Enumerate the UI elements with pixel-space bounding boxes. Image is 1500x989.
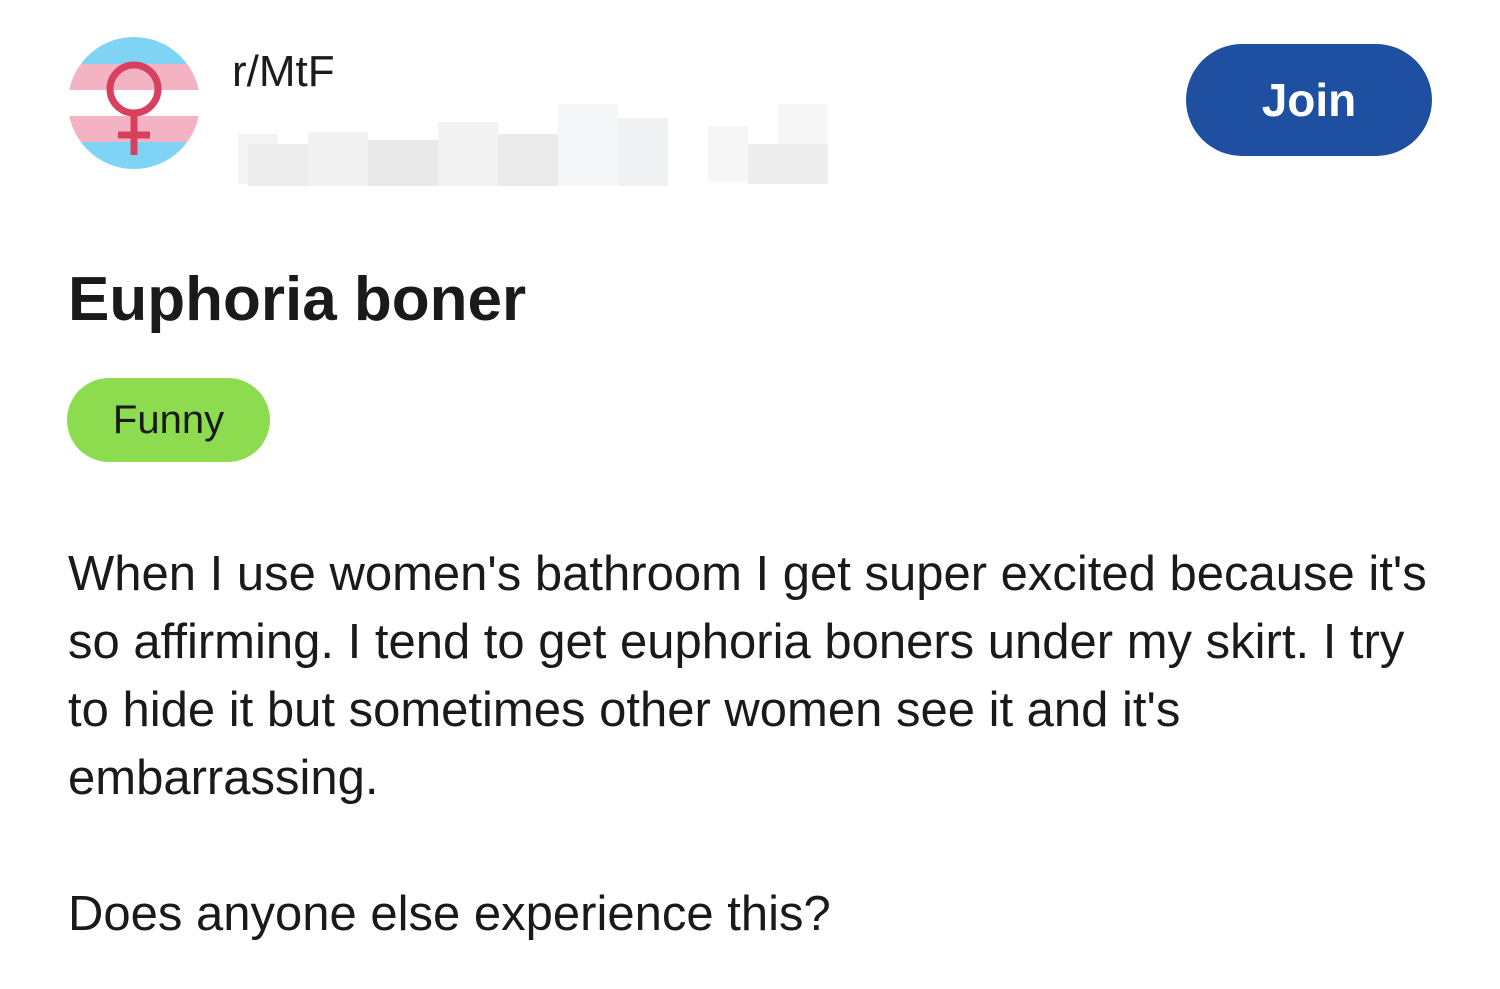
community-avatar[interactable] bbox=[68, 37, 200, 169]
subreddit-name[interactable]: r/MtF bbox=[232, 44, 335, 100]
post-title[interactable]: Euphoria boner bbox=[68, 262, 526, 338]
post-body-paragraph: When I use women's bathroom I get super … bbox=[68, 547, 1427, 805]
redacted-metadata bbox=[238, 104, 838, 188]
transgender-flag-venus-icon bbox=[68, 37, 200, 169]
post-body: When I use women's bathroom I get super … bbox=[68, 540, 1448, 948]
join-button[interactable]: Join bbox=[1186, 44, 1432, 156]
post-body-paragraph: Does anyone else experience this? bbox=[68, 887, 831, 941]
post-flair[interactable]: Funny bbox=[67, 378, 270, 462]
